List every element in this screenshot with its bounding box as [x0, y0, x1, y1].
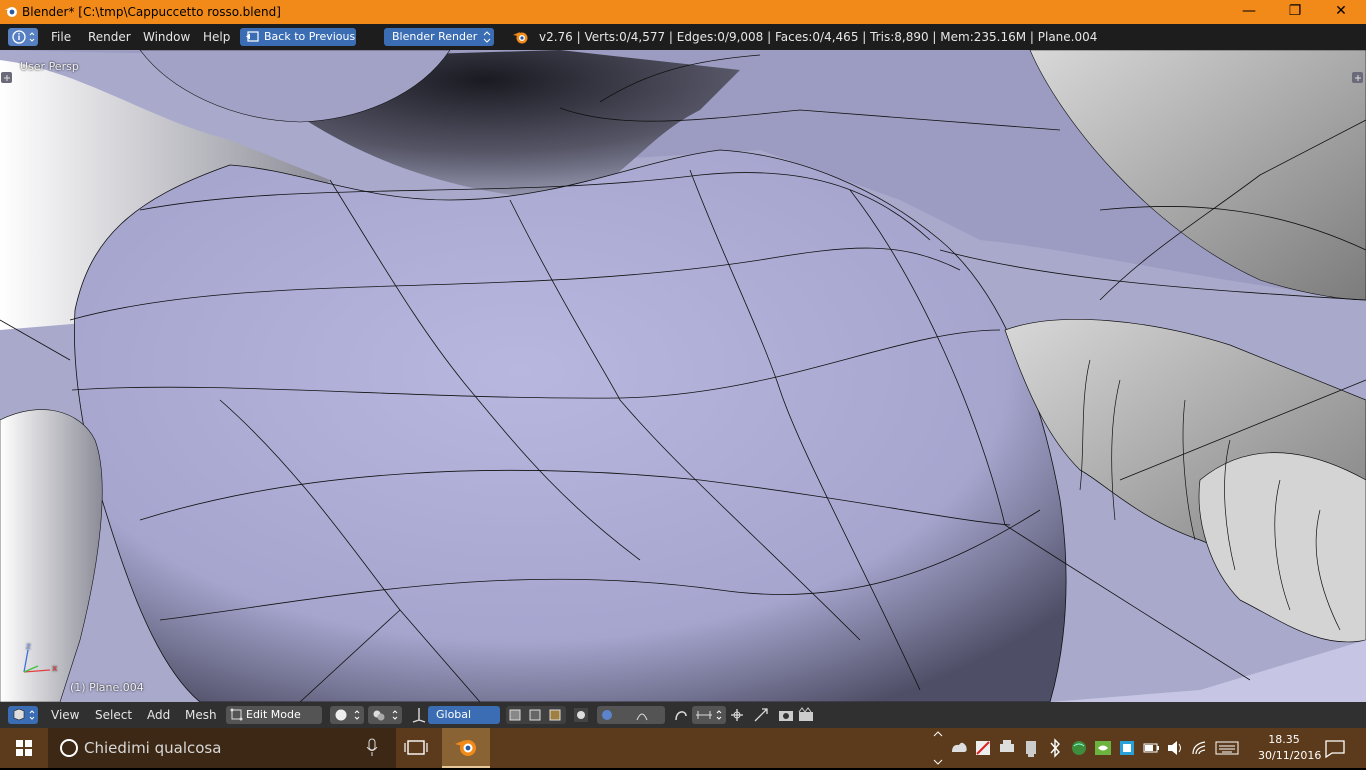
axis-z-label: z [26, 642, 31, 652]
task-view-icon[interactable] [396, 728, 436, 768]
maximize-button[interactable]: ❐ [1272, 0, 1318, 24]
blender-logo-icon [5, 7, 17, 17]
mode-select[interactable]: Edit Mode [226, 706, 322, 724]
editor-type-selector-3d[interactable] [8, 706, 38, 724]
scene-statistics: v2.76 | Verts:0/4,577 | Edges:0/9,008 | … [539, 30, 1098, 44]
cortana-circle-icon [60, 739, 78, 757]
volume-icon[interactable] [1166, 728, 1184, 768]
nvidia-icon[interactable] [1094, 728, 1112, 768]
close-button[interactable]: ✕ [1318, 0, 1364, 24]
view-perspective-label: User Persp [20, 60, 79, 73]
render-engine-label: Blender Render [392, 30, 478, 43]
blender-logo-icon [513, 32, 528, 44]
info-header: File Render Window Help Back to Previous… [0, 24, 1366, 50]
render-engine-select[interactable]: Blender Render [384, 28, 494, 46]
menu-select[interactable]: Select [95, 708, 132, 722]
mode-label: Edit Mode [246, 708, 301, 721]
menu-render[interactable]: Render [88, 30, 131, 44]
3d-viewport[interactable]: User Persp x z (1) Plane.004 [0, 50, 1366, 702]
snap-increment-icon [696, 710, 722, 720]
axis-x-label: x [52, 664, 58, 674]
proportional-editing-icon [602, 710, 648, 721]
menu-add[interactable]: Add [147, 708, 170, 722]
3d-view-header: View Select Add Mesh Edit Mode Global [0, 702, 1366, 728]
blender-app-icon [455, 740, 476, 756]
clock-time: 18.35 [1268, 733, 1300, 746]
globe-icon[interactable] [1070, 728, 1088, 768]
pivot-point-select[interactable] [368, 706, 402, 724]
menu-mesh[interactable]: Mesh [185, 708, 217, 722]
bluetooth-icon[interactable] [1046, 728, 1064, 768]
wifi-icon[interactable] [1190, 728, 1208, 768]
tray-app-icon[interactable] [974, 728, 992, 768]
search-placeholder: Chiedimi qualcosa [84, 739, 222, 757]
tray-scroll-icon[interactable] [933, 728, 943, 768]
pivot-icon [373, 710, 398, 721]
limit-selection-icon[interactable] [572, 706, 590, 724]
usb-drive-icon[interactable] [1022, 728, 1040, 768]
snap-element-select[interactable] [692, 706, 726, 724]
tool-shelf-toggle-icon[interactable] [1, 72, 13, 84]
cube-icon [13, 708, 35, 721]
opengl-render-icon[interactable] [777, 706, 795, 724]
affect-only-icon[interactable] [752, 706, 770, 724]
system-clock[interactable]: 18.35 30/11/2016 [1258, 732, 1322, 764]
viewport-shading-select[interactable] [330, 706, 364, 724]
printer-icon[interactable] [998, 728, 1016, 768]
back-to-previous-label: Back to Previous [264, 30, 356, 43]
network-device-icon[interactable] [1118, 728, 1136, 768]
orientation-label: Global [436, 708, 472, 721]
window-title: Blender* [C:\tmp\Cappuccetto rosso.blend… [22, 5, 281, 19]
solid-shading-icon [335, 709, 360, 721]
select-mode-group[interactable] [506, 706, 566, 724]
mesh-render [0, 50, 1366, 702]
manipulator-icon[interactable] [410, 706, 428, 724]
transform-orientation-select[interactable]: Global [428, 706, 500, 724]
vertex-edge-face-icons [509, 709, 561, 721]
onedrive-icon[interactable] [950, 728, 968, 768]
info-icon [12, 30, 35, 44]
menu-help[interactable]: Help [203, 30, 230, 44]
cortana-search-box[interactable]: Chiedimi qualcosa [48, 728, 396, 768]
editor-type-selector[interactable] [8, 28, 38, 46]
microphone-icon[interactable] [364, 737, 380, 759]
active-object-label: (1) Plane.004 [70, 681, 144, 694]
battery-icon[interactable] [1142, 728, 1160, 768]
menu-view[interactable]: View [51, 708, 79, 722]
dropdown-arrows-icon [483, 31, 491, 43]
properties-panel-toggle-icon[interactable] [1352, 72, 1364, 84]
back-arrow-icon [246, 31, 259, 42]
menu-window[interactable]: Window [143, 30, 190, 44]
back-to-previous-button[interactable]: Back to Previous [240, 28, 356, 46]
taskbar-blender-app[interactable] [442, 728, 490, 768]
clock-date: 30/11/2016 [1258, 749, 1322, 762]
menu-file[interactable]: File [51, 30, 71, 44]
opengl-animation-icon[interactable] [797, 706, 815, 724]
edit-mode-icon [230, 708, 243, 721]
minimize-button[interactable]: — [1226, 0, 1272, 24]
proportional-editing-group[interactable] [597, 706, 665, 724]
axis-gizmo [23, 649, 51, 673]
snap-target-icon[interactable] [728, 706, 746, 724]
window-title-bar: Blender* [C:\tmp\Cappuccetto rosso.blend… [0, 0, 1366, 24]
keyboard-icon[interactable] [1214, 728, 1242, 768]
windows-taskbar: Chiedimi qualcosa 18.35 30/11/2016 [0, 728, 1366, 768]
snap-toggle-icon[interactable] [672, 706, 690, 724]
windows-start-icon[interactable] [0, 728, 48, 768]
action-center-icon[interactable] [1320, 728, 1350, 768]
